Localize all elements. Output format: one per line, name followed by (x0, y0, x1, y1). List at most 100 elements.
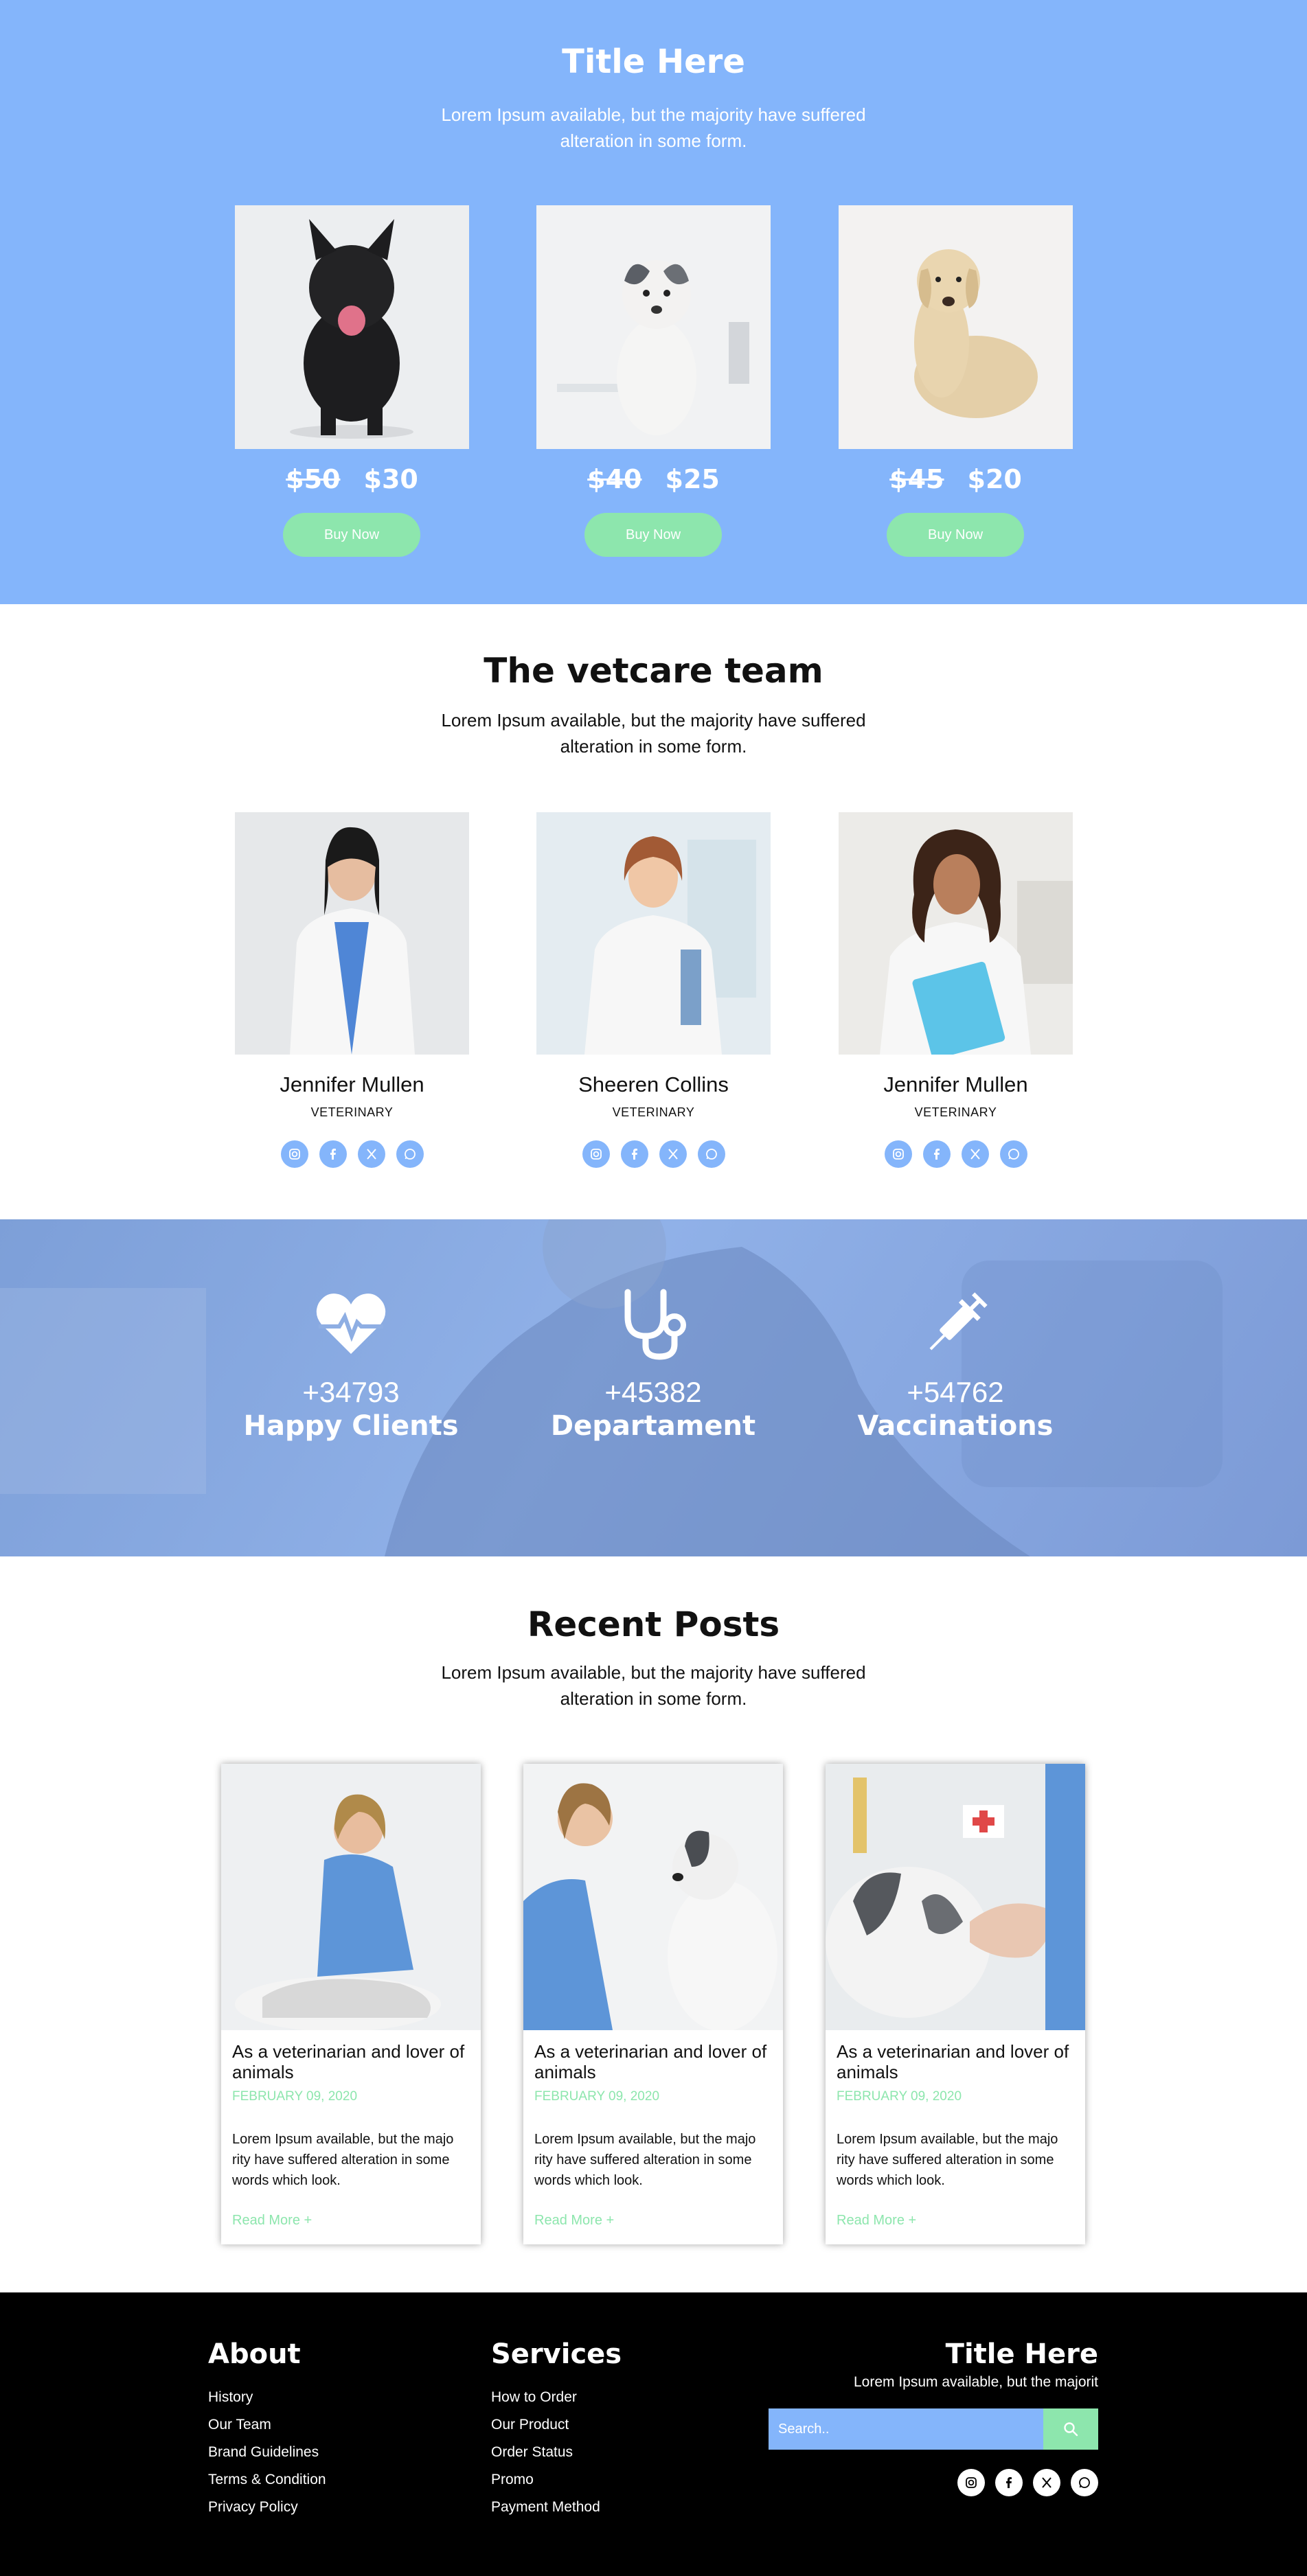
x-icon[interactable] (659, 1140, 687, 1168)
footer-link[interactable]: Our Product (491, 2411, 622, 2439)
footer-link[interactable]: Brand Guidelines (208, 2439, 326, 2466)
old-price: $40 (587, 464, 642, 494)
post-body: As a veterinarian and lover of animals F… (221, 2030, 481, 2240)
post-image (826, 1764, 1085, 2030)
post-card[interactable]: As a veterinarian and lover of animals F… (221, 1764, 481, 2244)
post-body: As a veterinarian and lover of animals F… (826, 2030, 1085, 2240)
footer-services: Services How to Order Our Product Order … (491, 2338, 622, 2521)
pets-subtitle: Lorem Ipsum available, but the majority … (441, 104, 866, 151)
whatsapp-icon[interactable] (396, 1140, 424, 1168)
member-role: VETERINARY (914, 1105, 997, 1119)
facebook-icon[interactable] (922, 1140, 951, 1168)
posts-section: Recent Posts Lorem Ipsum available, but … (0, 1556, 1307, 2292)
team-title: The vetcare team (484, 651, 823, 691)
member-name: Sheeren Collins (578, 1072, 729, 1096)
post-title[interactable]: As a veterinarian and lover of animals (232, 2041, 470, 2082)
instagram-icon[interactable] (582, 1140, 610, 1168)
pet-image (536, 205, 771, 449)
buy-now-button[interactable]: Buy Now (584, 513, 722, 557)
footer-link[interactable]: Order Status (491, 2439, 622, 2466)
read-more-link[interactable]: Read More + (232, 2213, 470, 2229)
member-socials (839, 1140, 1073, 1168)
footer-link[interactable]: Payment Method (491, 2494, 622, 2521)
post-excerpt: Lorem Ipsum available, but the majo rity… (232, 2132, 454, 2188)
instagram-icon[interactable] (957, 2469, 985, 2496)
footer-socials (769, 2469, 1098, 2496)
footer: About History Our Team Brand Guidelines … (0, 2292, 1307, 2576)
post-excerpt: Lorem Ipsum available, but the majo rity… (837, 2132, 1058, 2188)
stat-vaccinations: +54762 Vaccinations (832, 1287, 1079, 1442)
new-price: $25 (665, 464, 720, 494)
buy-now-button[interactable]: Buy Now (887, 513, 1024, 557)
facebook-icon[interactable] (620, 1140, 648, 1168)
footer-link[interactable]: History (208, 2384, 326, 2411)
instagram-icon[interactable] (884, 1140, 912, 1168)
whatsapp-icon[interactable] (697, 1140, 725, 1168)
team-member-card: Jennifer Mullen VETERINARY (235, 812, 469, 1168)
old-price: $50 (286, 464, 341, 494)
member-photo (839, 812, 1073, 1055)
footer-link[interactable]: Privacy Policy (208, 2494, 326, 2521)
post-title[interactable]: As a veterinarian and lover of animals (534, 2041, 772, 2082)
post-date: FEBRUARY 09, 2020 (232, 2089, 358, 2104)
footer-link[interactable]: Promo (491, 2466, 622, 2494)
post-title[interactable]: As a veterinarian and lover of animals (837, 2041, 1074, 2082)
x-icon[interactable] (1033, 2469, 1060, 2496)
stat-label: Happy Clients (243, 1410, 459, 1442)
pet-card: $45 $20 Buy Now (839, 205, 1073, 557)
team-section: The vetcare team Lorem Ipsum available, … (0, 604, 1307, 1219)
price-row: $40 $25 (536, 464, 771, 494)
footer-about: About History Our Team Brand Guidelines … (208, 2338, 326, 2521)
member-photo (235, 812, 469, 1055)
price-row: $50 $30 (235, 464, 469, 494)
stat-number: +34793 (302, 1376, 400, 1408)
heartbeat-icon (313, 1287, 389, 1362)
post-image (523, 1764, 783, 2030)
search-button[interactable] (1043, 2408, 1098, 2450)
stat-label: Vaccinations (857, 1410, 1054, 1442)
footer-right-subtitle: Lorem Ipsum available, but the majorit (853, 2374, 1098, 2390)
stats-section: +34793 Happy Clients +45382 Departament … (0, 1219, 1307, 1556)
whatsapp-icon[interactable] (1071, 2469, 1098, 2496)
member-role: VETERINARY (310, 1105, 394, 1119)
facebook-icon[interactable] (319, 1140, 347, 1168)
footer-link[interactable]: How to Order (491, 2384, 622, 2411)
instagram-icon[interactable] (280, 1140, 308, 1168)
footer-right-title: Title Here (945, 2338, 1098, 2370)
search-input[interactable] (769, 2408, 1044, 2450)
read-more-link[interactable]: Read More + (837, 2213, 1074, 2229)
pet-image (235, 205, 469, 449)
posts-title: Recent Posts (527, 1605, 780, 1644)
post-image (221, 1764, 481, 2030)
post-excerpt: Lorem Ipsum available, but the majo rity… (534, 2132, 756, 2188)
x-icon[interactable] (961, 1140, 989, 1168)
stat-number: +45382 (604, 1376, 702, 1408)
read-more-link[interactable]: Read More + (534, 2213, 772, 2229)
member-photo (536, 812, 771, 1055)
buy-now-button[interactable]: Buy Now (283, 513, 420, 557)
stethoscope-icon (615, 1287, 691, 1362)
member-socials (235, 1140, 469, 1168)
footer-services-title: Services (491, 2338, 622, 2370)
member-name: Jennifer Mullen (280, 1072, 424, 1096)
old-price: $45 (889, 464, 944, 494)
price-row: $45 $20 (839, 464, 1073, 494)
post-date: FEBRUARY 09, 2020 (534, 2089, 660, 2104)
stat-number: +54762 (907, 1376, 1004, 1408)
x-icon[interactable] (357, 1140, 385, 1168)
search-bar (769, 2408, 1098, 2450)
post-card[interactable]: As a veterinarian and lover of animals F… (523, 1764, 783, 2244)
team-subtitle: Lorem Ipsum available, but the majority … (441, 710, 866, 757)
member-name: Jennifer Mullen (883, 1072, 1028, 1096)
team-member-card: Sheeren Collins VETERINARY (536, 812, 771, 1168)
post-date: FEBRUARY 09, 2020 (837, 2089, 962, 2104)
footer-link[interactable]: Our Team (208, 2411, 326, 2439)
whatsapp-icon[interactable] (999, 1140, 1027, 1168)
post-body: As a veterinarian and lover of animals F… (523, 2030, 783, 2240)
pets-section: Title Here Lorem Ipsum available, but th… (0, 0, 1307, 604)
pets-title: Title Here (562, 43, 745, 81)
facebook-icon[interactable] (995, 2469, 1023, 2496)
post-card[interactable]: As a veterinarian and lover of animals F… (826, 1764, 1085, 2244)
footer-link[interactable]: Terms & Condition (208, 2466, 326, 2494)
pet-image (839, 205, 1073, 449)
